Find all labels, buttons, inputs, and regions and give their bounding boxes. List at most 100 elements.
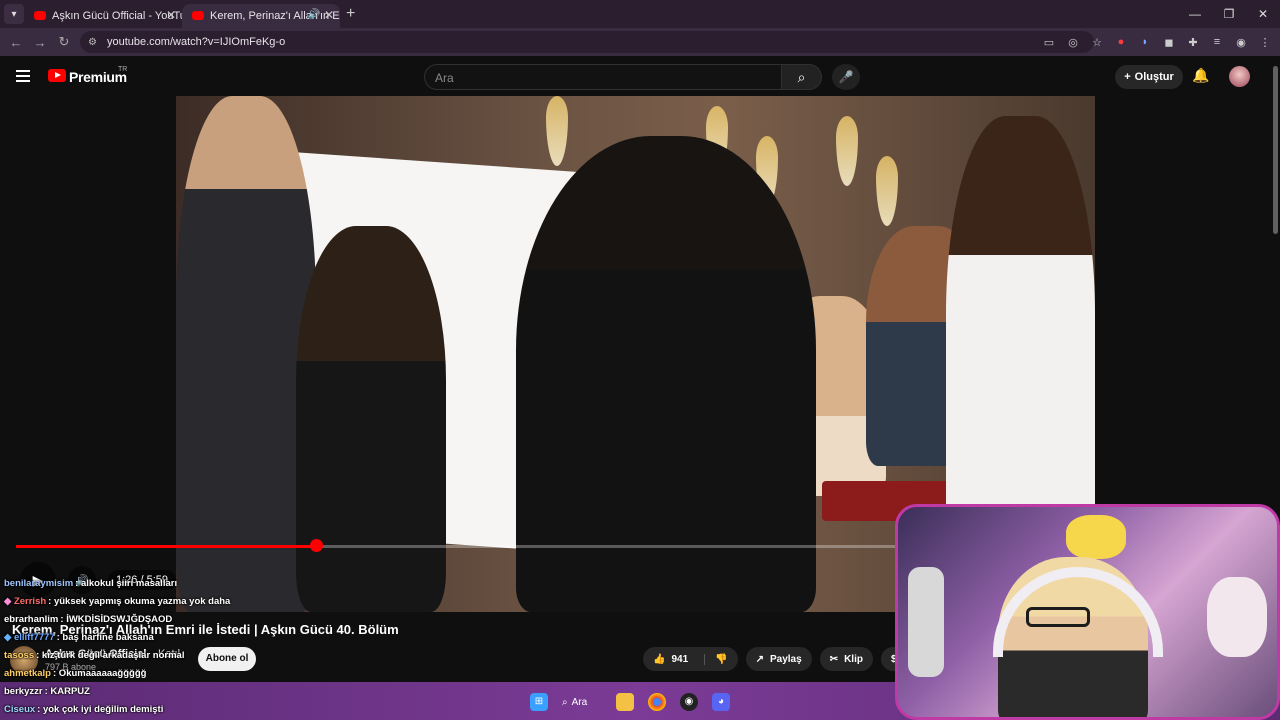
chat-text: : Okumaaaaaağğğğğ <box>53 668 147 679</box>
taskbar-search-label: Ara <box>571 696 588 708</box>
chat-message: berkyzzr: KARPUZ <box>4 686 90 697</box>
scrollbar-thumb[interactable] <box>1273 66 1278 234</box>
country-code: TR <box>118 66 128 73</box>
youtube-logo-icon[interactable] <box>48 69 66 82</box>
site-info-icon[interactable]: ⚙ <box>88 37 97 48</box>
bookmark-star-icon[interactable]: ☆ <box>1090 36 1104 49</box>
chat-text: : kız türk değil arkadaşlar normal <box>36 650 185 661</box>
chat-text: : İWKDİSİDSWJĞDŞAOD <box>60 614 173 625</box>
chat-username: ebrarhanlim <box>4 614 59 625</box>
extension-icon[interactable]: ◼ <box>1162 36 1176 49</box>
reading-list-icon[interactable]: ≡ <box>1210 36 1224 48</box>
scissors-icon: ✂ <box>829 653 839 665</box>
account-avatar[interactable] <box>1229 66 1250 87</box>
chat-message: benilaraymisim: alkokul şiiri masalları <box>4 578 177 589</box>
microphone-icon[interactable]: 🎤 <box>832 64 860 90</box>
windows-taskbar: ⊞ ⌕ Ara ◉ ◕ <box>530 690 730 714</box>
tab-label: Kerem, Perinaz'ı Allah'ın Em <box>210 10 340 22</box>
audio-extension-icon[interactable]: ◗ <box>1138 36 1152 48</box>
microphone-arm <box>908 567 944 677</box>
youtube-favicon-icon <box>192 11 204 20</box>
restore-icon[interactable]: ❐ <box>1212 0 1246 28</box>
chat-username: berkyzzr <box>4 686 43 697</box>
chat-text: : baş harfine baksana <box>56 632 154 643</box>
video-actions: 👍 941 👎 ↗ Paylaş ✂ Klip $ T <box>643 647 919 671</box>
pikachu-plush <box>1066 515 1126 559</box>
minimize-icon[interactable]: — <box>1178 0 1212 28</box>
chat-message: Ciseux: yok çok iyi değilim demişti <box>4 704 163 715</box>
chat-text: : yok çok iyi değilim demişti <box>37 704 164 715</box>
new-tab-icon[interactable]: + <box>346 5 355 23</box>
chrome-icon[interactable] <box>648 693 666 711</box>
url-text: youtube.com/watch?v=IJIOmFeKg-o <box>106 36 286 48</box>
clip-label: Klip <box>844 653 863 665</box>
share-label: Paylaş <box>769 653 802 665</box>
chat-username: benilaraymisim <box>4 578 74 589</box>
progress-scrubber[interactable] <box>310 539 324 552</box>
audio-playing-icon[interactable]: 🔊 <box>308 9 320 20</box>
record-extension-icon[interactable]: ● <box>1114 36 1128 48</box>
back-icon[interactable]: ← <box>4 35 28 50</box>
browser-tab-strip: ▾ Aşkın Gücü Official - YouTube ✕ Kerem,… <box>0 0 1280 28</box>
share-button[interactable]: ↗ Paylaş <box>745 647 812 671</box>
search-icon[interactable]: ⌕ <box>782 64 822 90</box>
create-button[interactable]: + Oluştur <box>1115 65 1183 89</box>
close-tab-icon[interactable]: ✕ <box>166 8 176 22</box>
chat-message: ahmetkalp: Okumaaaaaağğğğğ <box>4 668 146 679</box>
address-bar-row: ← → ↻ ⚙ youtube.com/watch?v=IJIOmFeKg-o … <box>0 28 1280 56</box>
search-icon: ⌕ <box>562 696 568 708</box>
close-tab-icon[interactable]: ✕ <box>324 8 334 22</box>
forward-icon[interactable]: → <box>28 35 52 50</box>
person-left <box>176 96 316 612</box>
cast-icon[interactable]: ▭ <box>1042 36 1056 49</box>
taskbar-search[interactable]: ⌕ Ara <box>562 697 602 708</box>
person-center-back <box>516 136 816 612</box>
chat-message: ebrarhanlim: İWKDİSİDSWJĞDŞAOD <box>4 614 172 625</box>
chat-username: Zerrish <box>13 596 47 607</box>
url-field[interactable]: ⚙ youtube.com/watch?v=IJIOmFeKg-o <box>80 31 1094 53</box>
chat-text: : KARPUZ <box>44 686 90 697</box>
chat-text: : alkokul şiiri masalları <box>75 578 178 589</box>
badge-icon: ◆ <box>4 632 14 643</box>
pendant-lamp <box>876 156 898 226</box>
tab-label: Aşkın Gücü Official - YouTube <box>52 10 182 22</box>
menu-icon[interactable] <box>16 70 30 82</box>
like-count: 941 <box>671 653 689 665</box>
badge-icon: ◆ <box>4 596 14 607</box>
progress-fill <box>16 545 317 548</box>
extension-icons: ▭ ◎ ☆ ● ◗ ◼ ✚ ≡ ◉ ⋮ <box>1042 28 1272 56</box>
dislike-icon[interactable]: 👎 <box>704 653 728 665</box>
chat-username: elliff7777 <box>13 632 55 643</box>
plush-toy <box>1207 577 1267 657</box>
youtube-favicon-icon <box>34 11 46 20</box>
obs-icon[interactable]: ◉ <box>680 693 698 711</box>
notifications-bell-icon[interactable]: 🔔 <box>1192 67 1209 84</box>
tab-search-icon[interactable]: ▾ <box>4 4 24 24</box>
chat-username: tasoss <box>4 650 35 661</box>
windows-start-icon[interactable]: ⊞ <box>530 693 548 711</box>
clip-button[interactable]: ✂ Klip <box>819 647 873 671</box>
browser-tab-1[interactable]: Aşkın Gücü Official - YouTube ✕ <box>24 4 182 28</box>
close-window-icon[interactable]: ✕ <box>1246 0 1280 28</box>
profile-icon[interactable]: ◉ <box>1234 36 1248 49</box>
chat-message: tasoss: kız türk değil arkadaşlar normal <box>4 650 184 661</box>
browser-menu-icon[interactable]: ⋮ <box>1258 36 1272 49</box>
chat-message: ◆ elliff7777: baş harfine baksana <box>4 632 154 643</box>
window-controls: — ❐ ✕ <box>1178 0 1280 28</box>
like-button[interactable]: 👍 941 👎 <box>643 647 738 671</box>
discord-icon[interactable]: ◕ <box>712 693 730 711</box>
glasses <box>1026 607 1090 627</box>
eye-off-icon[interactable]: ◎ <box>1066 36 1080 49</box>
file-explorer-icon[interactable] <box>616 693 634 711</box>
reload-icon[interactable]: ↻ <box>52 34 76 50</box>
chat-text: : yüksek yapmış okuma yazma yok daha <box>48 596 231 607</box>
search-input[interactable]: Ara <box>424 64 782 90</box>
subscribe-button[interactable]: Abone ol <box>198 647 256 671</box>
chat-message: ◆ Zerrish: yüksek yapmış okuma yazma yok… <box>4 596 230 607</box>
extensions-puzzle-icon[interactable]: ✚ <box>1186 36 1200 49</box>
browser-tab-2[interactable]: Kerem, Perinaz'ı Allah'ın Em 🔊 ✕ <box>182 4 340 28</box>
create-label: Oluştur <box>1134 71 1174 83</box>
person-ponytail <box>296 226 446 612</box>
share-icon: ↗ <box>755 653 764 665</box>
chat-username: ahmetkalp <box>4 668 51 679</box>
